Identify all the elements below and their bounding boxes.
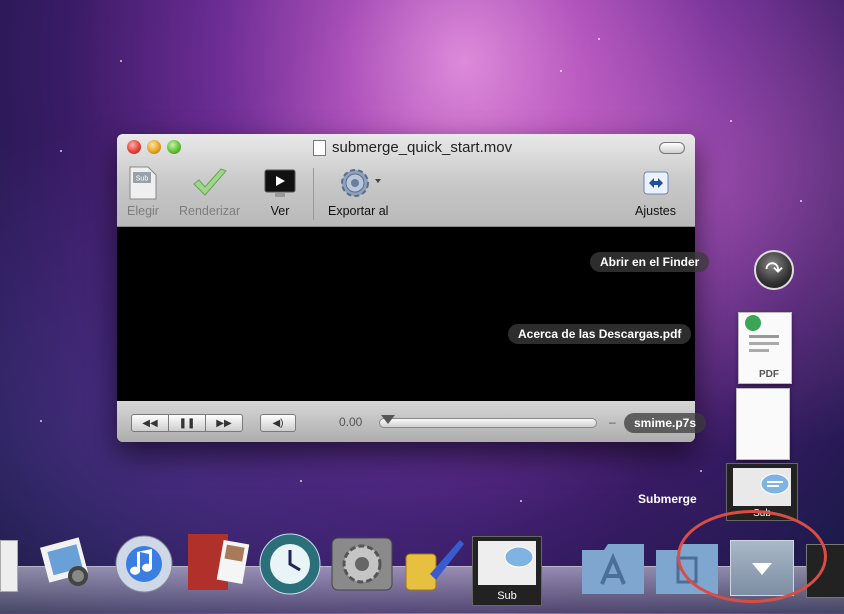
submerge-item-label[interactable]: Submerge [628,489,707,509]
current-time: 0.00 [339,415,363,429]
playback-controls: ◀◀ ❚❚ ▶▶ ◀) 0.00 – [117,401,695,442]
curved-arrow-icon: ↷ [764,257,784,282]
iphoto-icon[interactable] [38,536,102,592]
resize-arrows-icon [643,164,669,202]
document-icon [313,139,326,156]
toolbar-separator [313,168,314,220]
sub-file-icon: Sub [128,164,158,202]
toolbar-toggle-button[interactable] [659,142,685,154]
ver-label: Ver [270,204,290,218]
pdf-badge: PDF [759,369,779,380]
scrubber-track[interactable] [379,418,597,428]
renderizar-label: Renderizar [179,204,241,218]
submerge-dock-icon[interactable]: Sub [472,536,542,606]
star [60,150,62,152]
volume-button[interactable]: ◀) [260,414,296,432]
itunes-icon[interactable] [114,534,174,594]
rewind-button[interactable]: ◀◀ [131,414,169,432]
gear-icon [331,164,385,202]
minimize-button[interactable] [147,140,161,154]
open-in-finder-button[interactable]: ↷ [754,250,794,290]
checkmark-icon [190,164,230,202]
elegir-label: Elegir [127,204,159,218]
pdf-item-label[interactable]: Acerca de las Descargas.pdf [508,324,692,344]
ver-button[interactable]: Ver [263,164,297,218]
system-preferences-icon[interactable] [330,536,394,592]
fast-forward-button[interactable]: ▶▶ [205,414,243,432]
pause-button[interactable]: ❚❚ [168,414,206,432]
time-machine-icon[interactable] [258,532,322,596]
elegir-button[interactable]: Sub Elegir [127,164,159,218]
ajustes-button[interactable]: Ajustes [635,164,676,218]
rewind-icon: ◀◀ [142,417,158,429]
photo-booth-icon[interactable] [184,530,250,594]
star [520,500,522,502]
pause-icon: ❚❚ [178,417,196,429]
renderizar-button[interactable]: Renderizar [179,164,240,218]
exportar-button[interactable]: Exportar al [328,164,388,218]
star [800,200,802,202]
p7s-file-icon[interactable] [736,388,790,460]
pdf-file-icon[interactable]: PDF [738,312,792,384]
play-screen-icon [263,164,297,202]
window-title-text: submerge_quick_start.mov [332,139,513,156]
fast-forward-icon: ▶▶ [216,417,232,429]
star [40,420,42,422]
ajustes-label: Ajustes [635,204,676,218]
window-toolbar: submerge_quick_start.mov Sub Elegir Rend… [117,134,695,227]
playhead-knob[interactable] [381,415,395,424]
sub-badge-text: Sub [136,176,149,183]
star [120,60,122,62]
zoom-button[interactable] [167,140,181,154]
smime-item-label[interactable]: smime.p7s [624,413,707,433]
star [700,470,702,472]
star [598,38,600,40]
exportar-label: Exportar al [328,204,389,218]
window-title: submerge_quick_start.mov [313,139,512,156]
star [300,480,302,482]
applications-folder-icon[interactable] [580,540,646,596]
abrir-finder-label[interactable]: Abrir en el Finder [590,252,710,272]
quicktime-window: submerge_quick_start.mov Sub Elegir Rend… [117,134,695,442]
volume-icon: ◀) [272,417,284,429]
end-time: – [609,415,616,429]
paintbrush-icon[interactable] [402,534,466,594]
star [560,70,562,72]
close-button[interactable] [127,140,141,154]
calendar-icon[interactable] [0,540,18,592]
highlight-circle [677,510,827,603]
star [730,120,732,122]
dock-sub-text: Sub [497,590,517,602]
